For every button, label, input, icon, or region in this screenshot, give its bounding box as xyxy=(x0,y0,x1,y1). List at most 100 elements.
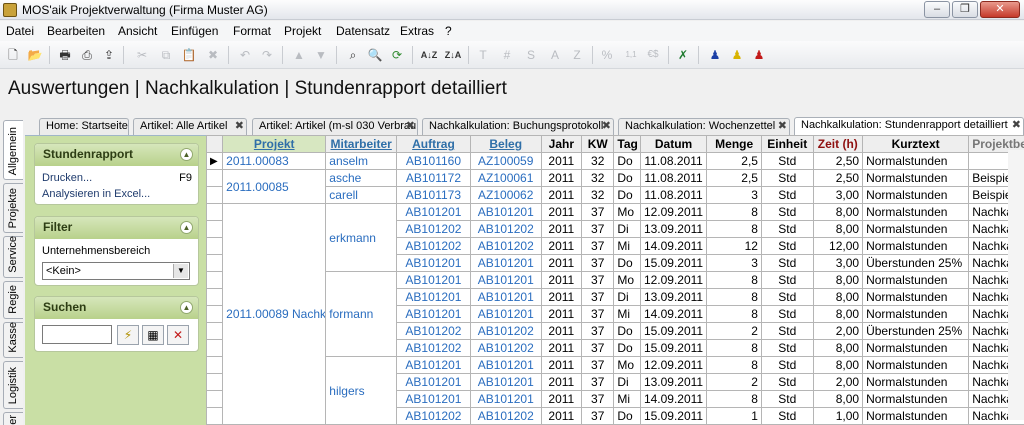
column-header-jahr[interactable]: Jahr xyxy=(540,135,583,153)
chevron-down-icon[interactable]: ▼ xyxy=(173,264,188,278)
row-selector[interactable] xyxy=(206,288,224,306)
panel-header[interactable]: Filter ▲ xyxy=(35,217,198,239)
vertical-scrollbar[interactable] xyxy=(1008,150,1024,420)
export-icon[interactable]: ⇪ xyxy=(98,45,120,65)
row-selector[interactable] xyxy=(206,220,224,238)
table-row[interactable]: hilgers AB101201 AB101201 2011 37 Mo 12.09.201… xyxy=(206,356,1024,425)
cell-beleg[interactable]: AB101201 xyxy=(469,271,542,289)
arrow-down-icon[interactable]: ▼ xyxy=(310,45,332,65)
vtab-regie[interactable]: Regie xyxy=(3,281,23,319)
cell-beleg[interactable]: AB101202 xyxy=(469,220,542,238)
table-row[interactable]: carell AB101173 AZ100062 2011 32 Do 11.08.2011… xyxy=(206,186,1024,204)
print-preview-icon[interactable]: ⎙ xyxy=(76,45,98,65)
table-row[interactable]: formann AB101201 AB101201 2011 37 Mo 12.09.201… xyxy=(206,271,1024,357)
menu-datensatz[interactable]: Datensatz xyxy=(336,24,390,38)
vtab-projekte[interactable]: Projekte xyxy=(3,183,23,233)
user-blue-icon[interactable]: ♟ xyxy=(704,45,726,65)
tab-startseite[interactable]: Home: Startseite xyxy=(39,118,129,135)
new-document-icon[interactable]: 🗋 xyxy=(2,45,24,65)
excel-icon[interactable]: ✗ xyxy=(672,45,694,65)
filter-clear-icon[interactable]: ✕ xyxy=(167,325,189,345)
unternehmensbereich-select[interactable]: <Kein> ▼ xyxy=(42,262,190,280)
cell-beleg[interactable]: AB101201 xyxy=(469,390,542,408)
cell-beleg[interactable]: AB101202 xyxy=(469,322,542,340)
tab-buchungsprotokoll[interactable]: Nachkalkulation: Buchungsprotokoll ✖ xyxy=(422,118,614,135)
vtab-service[interactable]: Service xyxy=(3,236,23,278)
collapse-icon[interactable]: ▲ xyxy=(180,221,193,234)
tab-wochenzettel[interactable]: Nachkalkulation: Wochenzettel ✖ xyxy=(618,118,790,135)
collapse-icon[interactable]: ▲ xyxy=(180,301,193,314)
cut-icon[interactable]: ✂ xyxy=(131,45,153,65)
user-yellow-icon[interactable]: ♟ xyxy=(726,45,748,65)
menu-bearbeiten[interactable]: Bearbeiten xyxy=(47,24,105,38)
sort-ascending-icon[interactable]: A↓Z xyxy=(418,45,440,65)
print-link[interactable]: Drucken... xyxy=(42,172,92,184)
cell-auftrag[interactable]: AB101201 xyxy=(396,254,471,272)
cell-auftrag[interactable]: AB101201 xyxy=(396,305,471,323)
cell-auftrag[interactable]: AB101201 xyxy=(396,390,471,408)
search-input[interactable] xyxy=(42,325,112,344)
search-icon[interactable]: ⌕ xyxy=(342,45,364,65)
cell-mitarbeiter[interactable]: carell xyxy=(325,186,398,204)
cell-mitarbeiter[interactable]: hilgers xyxy=(325,356,398,425)
column-header-datum[interactable]: Datum xyxy=(639,135,708,153)
cell-projekt[interactable]: 2011.00083 xyxy=(222,152,327,170)
row-selector[interactable] xyxy=(206,203,224,221)
sum-icon[interactable]: S xyxy=(520,45,542,65)
table-row[interactable]: 2011.00085 asche AB101172 AZ100061 2011 32 Do 1… xyxy=(206,169,1024,204)
row-selector[interactable]: ▶ xyxy=(206,152,224,170)
cell-auftrag[interactable]: AB101201 xyxy=(396,373,471,391)
cell-auftrag[interactable]: AB101202 xyxy=(396,407,471,425)
cell-auftrag[interactable]: AB101202 xyxy=(396,339,471,357)
arrow-up-icon[interactable]: ▲ xyxy=(288,45,310,65)
number-format-icon[interactable]: # xyxy=(496,45,518,65)
row-selector[interactable] xyxy=(206,169,224,187)
user-red-icon[interactable]: ♟ xyxy=(748,45,770,65)
cell-auftrag[interactable]: AB101202 xyxy=(396,322,471,340)
cell-auftrag[interactable]: AB101173 xyxy=(396,186,471,204)
cell-mitarbeiter[interactable]: anselm xyxy=(325,152,398,170)
tab-close-icon[interactable]: ✖ xyxy=(406,119,415,134)
cell-beleg[interactable]: AZ100062 xyxy=(469,186,542,204)
menu-help[interactable]: ? xyxy=(445,24,452,38)
panel-header[interactable]: Suchen ▲ xyxy=(35,297,198,319)
cell-auftrag[interactable]: AB101202 xyxy=(396,220,471,238)
cell-projekt[interactable]: 2011.00085 xyxy=(222,169,327,204)
filter-table-icon[interactable]: ▦ xyxy=(142,325,164,345)
cell-auftrag[interactable]: AB101201 xyxy=(396,203,471,221)
row-selector[interactable] xyxy=(206,186,224,204)
cell-beleg[interactable]: AB101202 xyxy=(469,237,542,255)
column-header-auftrag[interactable]: Auftrag xyxy=(396,135,471,153)
row-selector[interactable] xyxy=(206,237,224,255)
excel-link[interactable]: Analysieren in Excel... xyxy=(42,188,150,200)
cell-beleg[interactable]: AB101201 xyxy=(469,356,542,374)
refresh-icon[interactable]: ⟳ xyxy=(386,45,408,65)
tab-close-icon[interactable]: ✖ xyxy=(778,119,787,134)
cell-mitarbeiter[interactable]: erkmann xyxy=(325,203,398,272)
percent-icon[interactable]: % xyxy=(596,45,618,65)
vtab-kasse[interactable]: Kasse xyxy=(3,322,23,358)
minimize-button[interactable]: – xyxy=(924,1,950,18)
column-header-menge[interactable]: Menge xyxy=(706,135,762,153)
column-header-zeit[interactable]: Zeit (h) xyxy=(812,135,864,153)
delete-icon[interactable]: ✖ xyxy=(202,45,224,65)
row-selector[interactable] xyxy=(206,390,224,408)
column-header-kw[interactable]: KW xyxy=(581,135,615,153)
tab-stundenrapport[interactable]: Nachkalkulation: Stundenrapport detailli… xyxy=(794,117,1024,136)
undo-icon[interactable]: ↶ xyxy=(234,45,256,65)
vtab-logistik[interactable]: Logistik xyxy=(3,361,23,409)
print-icon[interactable]: 🖶 xyxy=(54,45,76,65)
cell-beleg[interactable]: AB101202 xyxy=(469,339,542,357)
row-selector[interactable] xyxy=(206,339,224,357)
average-icon[interactable]: A xyxy=(544,45,566,65)
open-folder-icon[interactable]: 📂 xyxy=(24,45,46,65)
row-selector[interactable] xyxy=(206,356,224,374)
sort-descending-icon[interactable]: Z↓A xyxy=(442,45,464,65)
cell-beleg[interactable]: AB101201 xyxy=(469,254,542,272)
menu-projekt[interactable]: Projekt xyxy=(284,24,321,38)
row-selector[interactable] xyxy=(206,271,224,289)
column-header-einheit[interactable]: Einheit xyxy=(760,135,814,153)
menu-ansicht[interactable]: Ansicht xyxy=(118,24,157,38)
currency-icon[interactable]: €$ xyxy=(642,45,664,65)
row-selector[interactable] xyxy=(206,407,224,425)
